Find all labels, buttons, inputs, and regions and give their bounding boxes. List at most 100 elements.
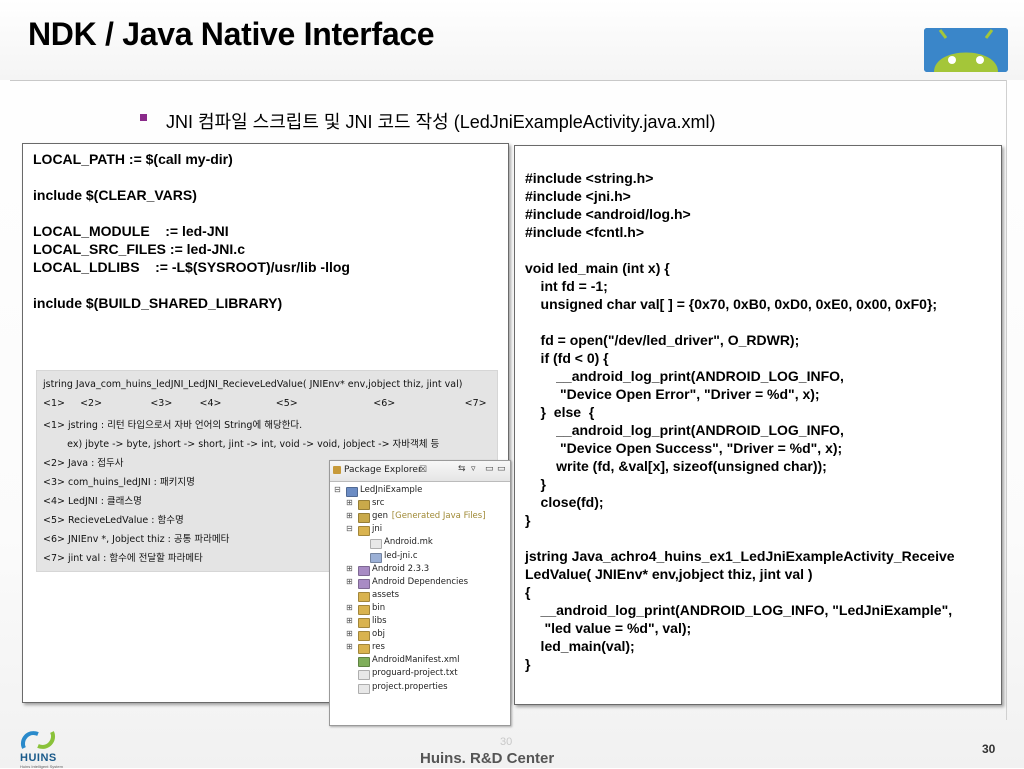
tree-item-decoration: [Generated Java Files] — [391, 511, 486, 522]
tree-expander-icon[interactable]: ⊞ — [346, 577, 353, 586]
maximize-icon[interactable]: ▭ — [497, 464, 506, 474]
code-line: } — [525, 512, 531, 528]
tree-item-label: project.properties — [372, 681, 448, 692]
tree-item-label: bin — [372, 602, 386, 613]
code-line: close(fd); — [525, 494, 604, 510]
package-explorer-header: Package Explorer ☒ ⇆ ▿ ▭ ▭ — [330, 461, 510, 482]
tree-expander-icon[interactable]: ⊞ — [346, 511, 353, 520]
tree-node-icon — [346, 487, 358, 497]
code-line: if (fd < 0) { — [525, 350, 609, 366]
tree-item-label: obj — [372, 629, 385, 640]
brand-name: HUINS — [20, 752, 57, 764]
bullet-marker — [140, 114, 147, 121]
code-line: include $(BUILD_SHARED_LIBRARY) — [33, 295, 283, 311]
code-line: unsigned char val[ ] = {0x70, 0xB0, 0xD0… — [525, 296, 938, 312]
tree-item-label: assets — [372, 589, 400, 600]
right-border — [1006, 80, 1007, 720]
tree-item-label: jni — [372, 524, 383, 535]
code-line: write (fd, &val[x], sizeof(unsigned char… — [525, 458, 827, 474]
code-line: "led value = %d", val); — [525, 620, 692, 636]
code-line: #include <android/log.h> — [525, 206, 691, 222]
tree-expander-icon[interactable]: ⊞ — [346, 629, 353, 638]
code-line: } else { — [525, 404, 595, 420]
code-line: __android_log_print(ANDROID_LOG_INFO, — [525, 368, 844, 384]
android-logo-icon — [924, 28, 1008, 72]
tree-item-label: gen — [372, 511, 389, 522]
tree-node-icon — [358, 604, 370, 615]
tree-node-icon — [358, 513, 370, 524]
tree-expander-icon[interactable]: ⊞ — [346, 616, 353, 625]
code-line: led_main(val); — [525, 638, 635, 654]
tree-expander-icon[interactable]: ⊞ — [346, 498, 353, 507]
code-line: void led_main (int x) { — [525, 260, 670, 276]
code-line: LedValue( JNIEnv* env,jobject thiz, jint… — [525, 566, 813, 582]
tree-expander-icon[interactable]: ⊟ — [334, 485, 341, 494]
tree-item-label: libs — [372, 616, 387, 626]
signature-line: <5> RecieveLedValue : 함수명 — [43, 515, 184, 526]
brand-tagline: Huins Intelligent System — [20, 764, 63, 769]
code-line: LOCAL_MODULE := led-JNI — [33, 223, 229, 239]
tree-node-icon — [370, 552, 382, 563]
signature-line: ex) jbyte -> byte, jshort -> short, jint… — [43, 439, 440, 450]
code-line: #include <fcntl.h> — [525, 224, 645, 240]
signature-line: <1> jstring : 리턴 타입으로서 자바 언어의 String에 해당… — [43, 420, 303, 431]
code-line: jstring Java_achro4_huins_ex1_LedJniExam… — [525, 548, 955, 564]
signature-line: <6> JNIEnv *, Jobject thiz : 공통 파라메타 — [43, 534, 230, 545]
code-line: #include <string.h> — [525, 170, 654, 186]
ghost-page-number: 30 — [500, 736, 513, 748]
code-line: LOCAL_SRC_FILES := led-JNI.c — [33, 241, 245, 257]
package-explorer-title: Package Explorer — [344, 465, 422, 475]
tree-item-label: proguard-project.txt — [372, 668, 458, 679]
signature-line: <3> com_huins_ledJNI : 패키지명 — [43, 477, 195, 488]
code-line: __android_log_print(ANDROID_LOG_INFO, — [525, 422, 844, 438]
tree-node-icon — [358, 618, 370, 628]
code-line: } — [525, 656, 531, 672]
footer-text: Huins. R&D Center — [420, 750, 555, 767]
signature-line: jstring Java_com_huins_ledJNI_LedJNI_Rec… — [43, 379, 463, 390]
page-number: 30 — [982, 742, 996, 756]
tree-item-label: led-jni.c — [384, 550, 418, 561]
signature-line: <7> jint val : 함수에 전달할 파라메타 — [43, 553, 203, 564]
tree-item-label: src — [372, 498, 385, 509]
c-source-code: #include <string.h> #include <jni.h> #incl… — [525, 169, 955, 673]
tree-node-icon — [358, 670, 370, 681]
title-divider — [10, 80, 1006, 81]
tree-item-label: AndroidManifest.xml — [372, 655, 460, 666]
tree-expander-icon[interactable]: ⊞ — [346, 642, 353, 651]
slide-title: NDK / Java Native Interface — [28, 16, 435, 52]
code-line: include $(CLEAR_VARS) — [33, 187, 197, 203]
collapse-all-icon[interactable]: ⇆ — [458, 464, 466, 474]
tree-node-icon — [358, 578, 370, 589]
minimize-icon[interactable]: ▭ — [485, 464, 494, 474]
code-line: fd = open("/dev/led_driver", O_RDWR); — [525, 332, 800, 348]
tree-expander-icon[interactable]: ⊟ — [346, 524, 353, 533]
code-line: __android_log_print(ANDROID_LOG_INFO, "L… — [525, 602, 953, 618]
close-icon[interactable]: ☒ — [419, 464, 427, 475]
code-line: "Device Open Success", "Driver = %d", x)… — [525, 440, 843, 456]
tree-node-icon — [358, 526, 370, 537]
package-explorer-icon — [333, 466, 341, 474]
tree-expander-icon[interactable]: ⊞ — [346, 603, 353, 612]
code-line: int fd = -1; — [525, 278, 608, 294]
tree-item-label: Android 2.3.3 — [372, 563, 430, 574]
tree-node-icon — [370, 539, 382, 550]
tree-node-icon — [358, 631, 370, 642]
android-mk-code: LOCAL_PATH := $(call my-dir) include $(CL… — [33, 150, 350, 312]
tree-item-label: res — [372, 642, 385, 653]
code-line: #include <jni.h> — [525, 188, 631, 204]
view-menu-icon[interactable]: ▿ — [471, 464, 476, 474]
code-line: { — [525, 584, 531, 600]
tree-expander-icon[interactable]: ⊞ — [346, 564, 353, 573]
code-line: LOCAL_PATH := $(call my-dir) — [33, 151, 233, 167]
signature-line: <4> LedJNI : 클래스명 — [43, 496, 142, 507]
tree-node-icon — [358, 683, 370, 694]
tree-node-icon — [358, 500, 370, 511]
tree-node-icon — [358, 644, 370, 655]
signature-line: <1> <2> <3> <4> <5> <6> <7> — [43, 398, 487, 409]
code-line: } — [525, 476, 547, 492]
signature-line: <2> Java : 접두사 — [43, 458, 124, 469]
